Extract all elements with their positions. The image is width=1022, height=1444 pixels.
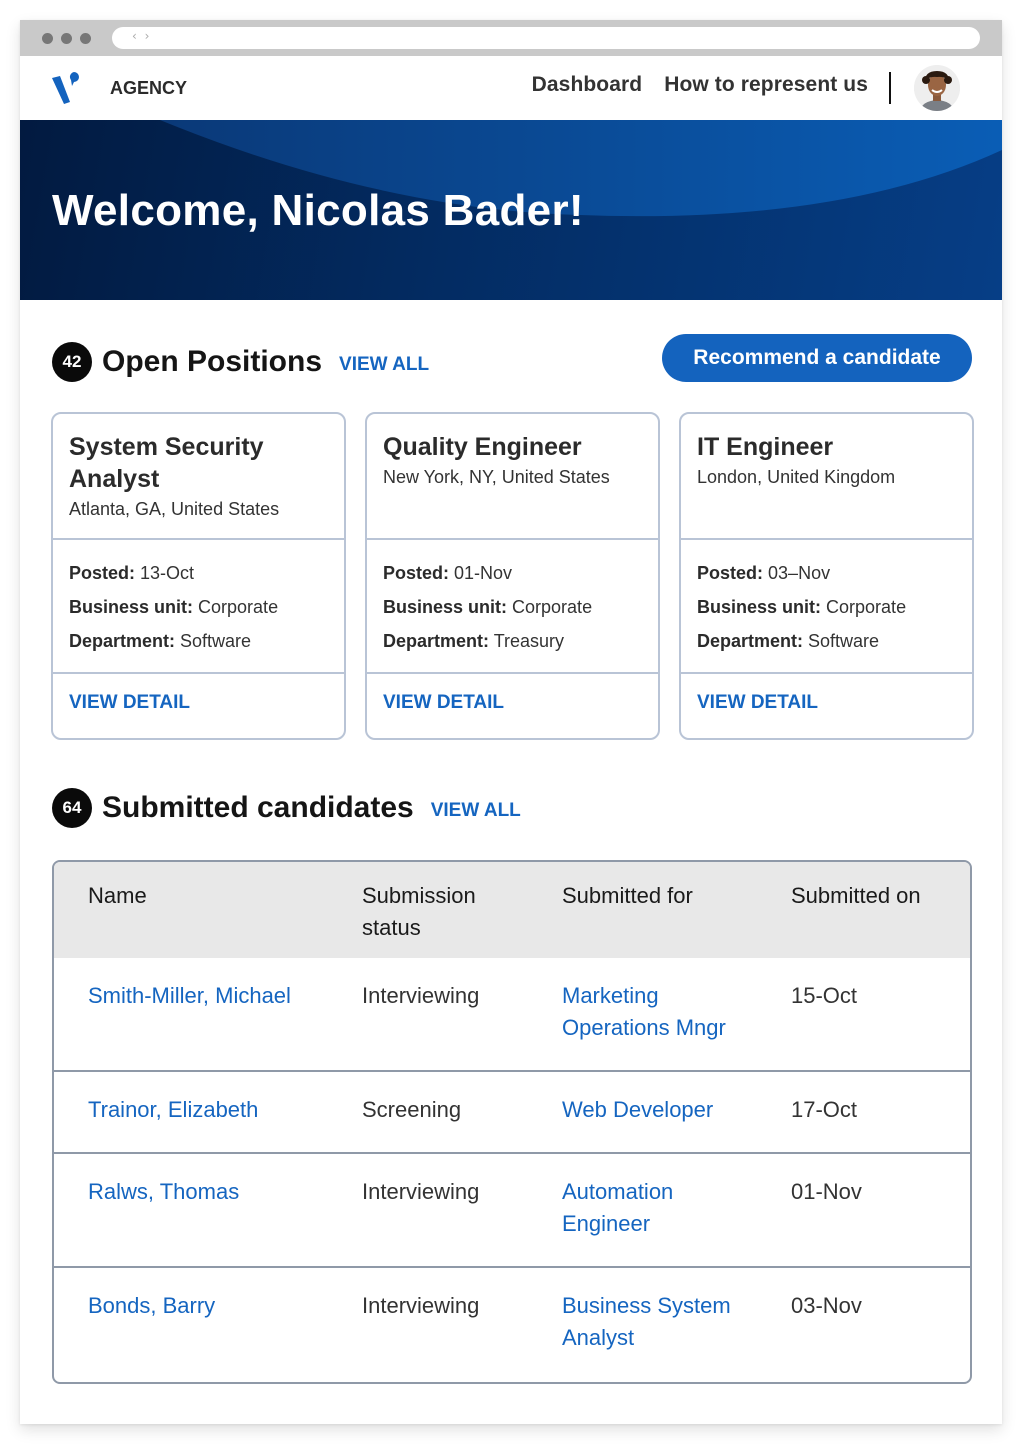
- view-detail-link[interactable]: VIEW DETAIL: [697, 692, 818, 713]
- department-label: Department:: [383, 631, 490, 651]
- window-dot-icon[interactable]: [42, 33, 53, 44]
- posted-label: Posted:: [69, 563, 136, 583]
- brand-logo-icon[interactable]: [50, 70, 86, 106]
- submitted-for-link[interactable]: Web Developer: [562, 1094, 762, 1126]
- business-unit-value: Corporate: [826, 597, 907, 617]
- open-positions-count-badge: 42: [52, 342, 92, 382]
- nav-dashboard[interactable]: Dashboard: [532, 73, 643, 97]
- submitted-on-date: 03-Nov: [791, 1293, 862, 1318]
- position-location: Atlanta, GA, United States: [69, 499, 280, 519]
- open-positions-view-all-link[interactable]: VIEW ALL: [339, 354, 429, 376]
- submitted-count-badge: 64: [52, 788, 92, 828]
- position-card: IT Engineer London, United Kingdom Poste…: [679, 412, 974, 740]
- table-header: Name Submission status Submitted for Sub…: [54, 862, 970, 958]
- nav-links: Dashboard How to represent us: [532, 73, 868, 97]
- business-unit-value: Corporate: [512, 597, 593, 617]
- column-header-status[interactable]: Submission status: [362, 880, 512, 944]
- submitted-for-link[interactable]: Automation Engineer: [562, 1176, 712, 1240]
- table-row[interactable]: Bonds, Barry Interviewing Business Syste…: [54, 1268, 970, 1382]
- posted-date: 03–Nov: [768, 563, 831, 583]
- submission-status: Interviewing: [362, 983, 480, 1008]
- view-detail-link[interactable]: VIEW DETAIL: [383, 692, 504, 713]
- submitted-candidates-title: Submitted candidates: [102, 791, 414, 824]
- column-header-name[interactable]: Name: [88, 880, 147, 912]
- table-row[interactable]: Trainor, Elizabeth Screening Web Develop…: [54, 1072, 970, 1154]
- open-positions-header: 42 Open Positions VIEW ALL: [52, 342, 429, 382]
- submitted-on-date: 01-Nov: [791, 1179, 862, 1204]
- position-title: Quality Engineer: [383, 433, 582, 461]
- submitted-for-link[interactable]: Business System Analyst: [562, 1290, 742, 1354]
- position-title: System Security Analyst: [69, 433, 264, 493]
- department-value: Treasury: [493, 631, 565, 651]
- submitted-candidates-header: 64 Submitted candidates VIEW ALL: [52, 788, 521, 828]
- nav-how-to-represent-us[interactable]: How to represent us: [664, 73, 868, 97]
- column-header-submitted-for[interactable]: Submitted for: [562, 880, 762, 912]
- candidate-name-link[interactable]: Bonds, Barry: [88, 1290, 215, 1322]
- business-unit-label: Business unit:: [697, 597, 822, 617]
- candidate-name-link[interactable]: Trainor, Elizabeth: [88, 1094, 258, 1126]
- browser-chrome: ‹ ›: [20, 20, 1002, 56]
- table-row[interactable]: Smith-Miller, Michael Interviewing Marke…: [54, 958, 970, 1072]
- open-positions-title: Open Positions: [102, 345, 323, 378]
- submitted-for-link[interactable]: Marketing Operations Mngr: [562, 980, 762, 1044]
- submitted-candidates-table: Name Submission status Submitted for Sub…: [52, 860, 972, 1384]
- view-detail-link[interactable]: VIEW DETAIL: [69, 692, 190, 713]
- table-row[interactable]: Ralws, Thomas Interviewing Automation En…: [54, 1154, 970, 1268]
- top-navigation: AGENCY Dashboard How to represent us: [20, 56, 1002, 120]
- candidate-name-link[interactable]: Smith-Miller, Michael: [88, 980, 291, 1012]
- brand-name: AGENCY: [110, 78, 188, 98]
- window-controls: [42, 33, 91, 44]
- submission-status: Interviewing: [362, 1179, 480, 1204]
- submission-status: Screening: [362, 1097, 462, 1122]
- business-unit-label: Business unit:: [69, 597, 194, 617]
- address-bar[interactable]: ‹ ›: [112, 27, 980, 49]
- position-location: New York, NY, United States: [383, 467, 610, 487]
- submitted-view-all-link[interactable]: VIEW ALL: [431, 800, 521, 822]
- submitted-on-date: 17-Oct: [791, 1097, 858, 1122]
- avatar-person-icon: [914, 65, 960, 111]
- posted-date: 01-Nov: [454, 563, 513, 583]
- position-card: System Security Analyst Atlanta, GA, Uni…: [51, 412, 346, 740]
- department-label: Department:: [697, 631, 804, 651]
- department-value: Software: [808, 631, 880, 651]
- column-header-submitted-on[interactable]: Submitted on: [791, 880, 921, 912]
- department-label: Department:: [69, 631, 176, 651]
- user-avatar[interactable]: [914, 65, 960, 111]
- position-title: IT Engineer: [697, 433, 834, 461]
- back-forward-icon[interactable]: ‹ ›: [132, 29, 151, 43]
- candidate-name-link[interactable]: Ralws, Thomas: [88, 1176, 239, 1208]
- position-card: Quality Engineer New York, NY, United St…: [365, 412, 660, 740]
- posted-label: Posted:: [383, 563, 450, 583]
- browser-window: ‹ › AGENCY Dashboard How to represent us: [20, 20, 1002, 1424]
- welcome-heading: Welcome, Nicolas Bader!: [52, 186, 584, 235]
- position-location: London, United Kingdom: [697, 467, 896, 487]
- submission-status: Interviewing: [362, 1293, 480, 1318]
- window-dot-icon[interactable]: [61, 33, 72, 44]
- business-unit-value: Corporate: [198, 597, 279, 617]
- department-value: Software: [180, 631, 252, 651]
- nav-divider: [889, 72, 891, 104]
- submitted-on-date: 15-Oct: [791, 983, 858, 1008]
- posted-date: 13-Oct: [140, 563, 195, 583]
- recommend-candidate-button[interactable]: Recommend a candidate: [662, 334, 972, 382]
- business-unit-label: Business unit:: [383, 597, 508, 617]
- window-dot-icon[interactable]: [80, 33, 91, 44]
- welcome-banner: Welcome, Nicolas Bader!: [20, 120, 1002, 300]
- posted-label: Posted:: [697, 563, 764, 583]
